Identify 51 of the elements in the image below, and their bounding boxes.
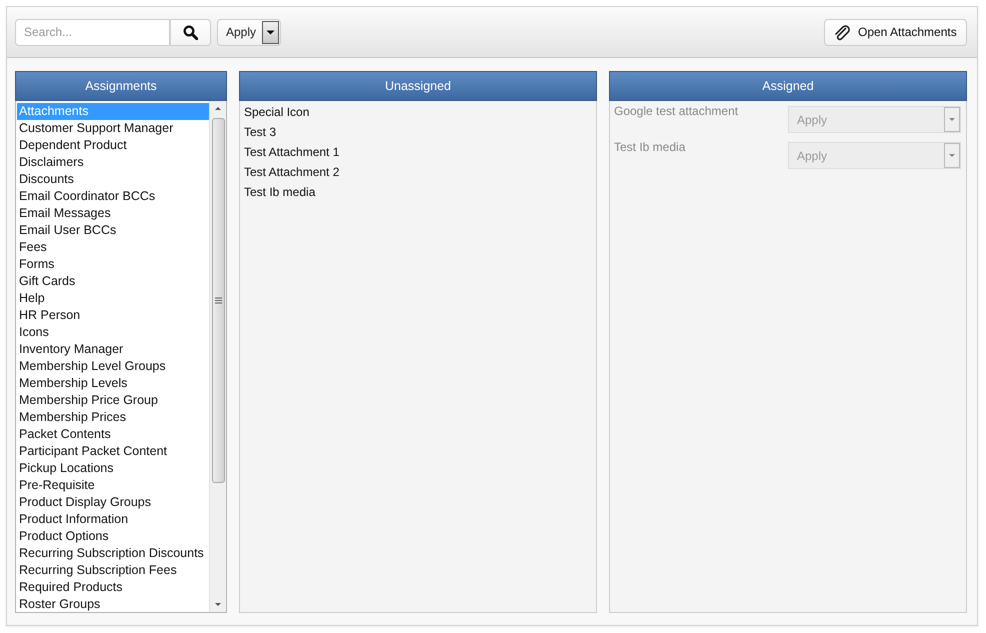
list-item[interactable]: Email Coordinator BCCs [17, 188, 209, 205]
list-item[interactable]: Inventory Manager [17, 341, 209, 358]
apply-dropdown[interactable]: Apply [217, 18, 281, 46]
caret-icon [262, 20, 279, 44]
list-item[interactable]: Email Messages [17, 205, 209, 222]
panel-header: Assigned [609, 71, 967, 101]
list-item[interactable]: Email User BCCs [17, 222, 209, 239]
list-item[interactable]: Gift Cards [17, 273, 209, 290]
scrollbar-thumb[interactable] [212, 118, 224, 483]
list-item[interactable]: Recurring Subscription Discounts [17, 545, 209, 562]
scrollbar-track[interactable] [209, 101, 226, 612]
list-item[interactable]: Icons [17, 324, 209, 341]
list-item[interactable]: Membership Price Group [17, 392, 209, 409]
list-item[interactable]: Help [17, 290, 209, 307]
list-item[interactable]: Membership Prices [17, 409, 209, 426]
unassigned-item[interactable]: Test Attachment 2 [244, 162, 592, 182]
panel-header: Assignments [15, 71, 227, 101]
search-icon [183, 24, 198, 40]
list-item[interactable]: Product Options [17, 528, 209, 545]
paperclip-icon [834, 24, 850, 40]
grip-icon [214, 297, 222, 304]
list-item[interactable]: Product Information [17, 511, 209, 528]
list-item[interactable]: Product Display Groups [17, 494, 209, 511]
list-item[interactable]: Discounts [17, 171, 209, 188]
list-item[interactable]: Customer Support Manager [17, 120, 209, 137]
list-item[interactable]: HR Person [17, 307, 209, 324]
list-item[interactable]: Roster Groups [17, 596, 209, 612]
unassigned-item[interactable]: Test 3 [244, 122, 592, 142]
unassigned-item[interactable]: Test Attachment 1 [244, 142, 592, 162]
list-item[interactable]: Dependent Product [17, 137, 209, 154]
unassigned-item[interactable]: Special Icon [244, 102, 592, 122]
unassigned-item[interactable]: Test Ib media [244, 182, 592, 202]
open-attachments-button[interactable]: Open Attachments [824, 18, 967, 46]
attachment-name: Google test attachment [614, 104, 738, 118]
attachment-name: Test Ib media [614, 140, 686, 154]
list-item[interactable]: Packet Contents [17, 426, 209, 443]
panel-header: Unassigned [239, 71, 597, 101]
caret-icon [944, 143, 960, 168]
search-field[interactable]: Search... [15, 18, 170, 46]
list-item[interactable]: Required Products [17, 579, 209, 596]
list-item[interactable]: Participant Packet Content [17, 443, 209, 460]
list-item[interactable]: Membership Levels [17, 375, 209, 392]
list-item[interactable]: Fees [17, 239, 209, 256]
list-item[interactable]: Membership Level Groups [17, 358, 209, 375]
list-item[interactable]: Pickup Locations [17, 460, 209, 477]
list-item[interactable]: Pre-Requisite [17, 477, 209, 494]
caret-icon [944, 107, 960, 132]
list-item[interactable]: Disclaimers [17, 154, 209, 171]
list-item[interactable]: Recurring Subscription Fees [17, 562, 209, 579]
search-button[interactable] [170, 18, 211, 46]
list-item[interactable]: Forms [17, 256, 209, 273]
